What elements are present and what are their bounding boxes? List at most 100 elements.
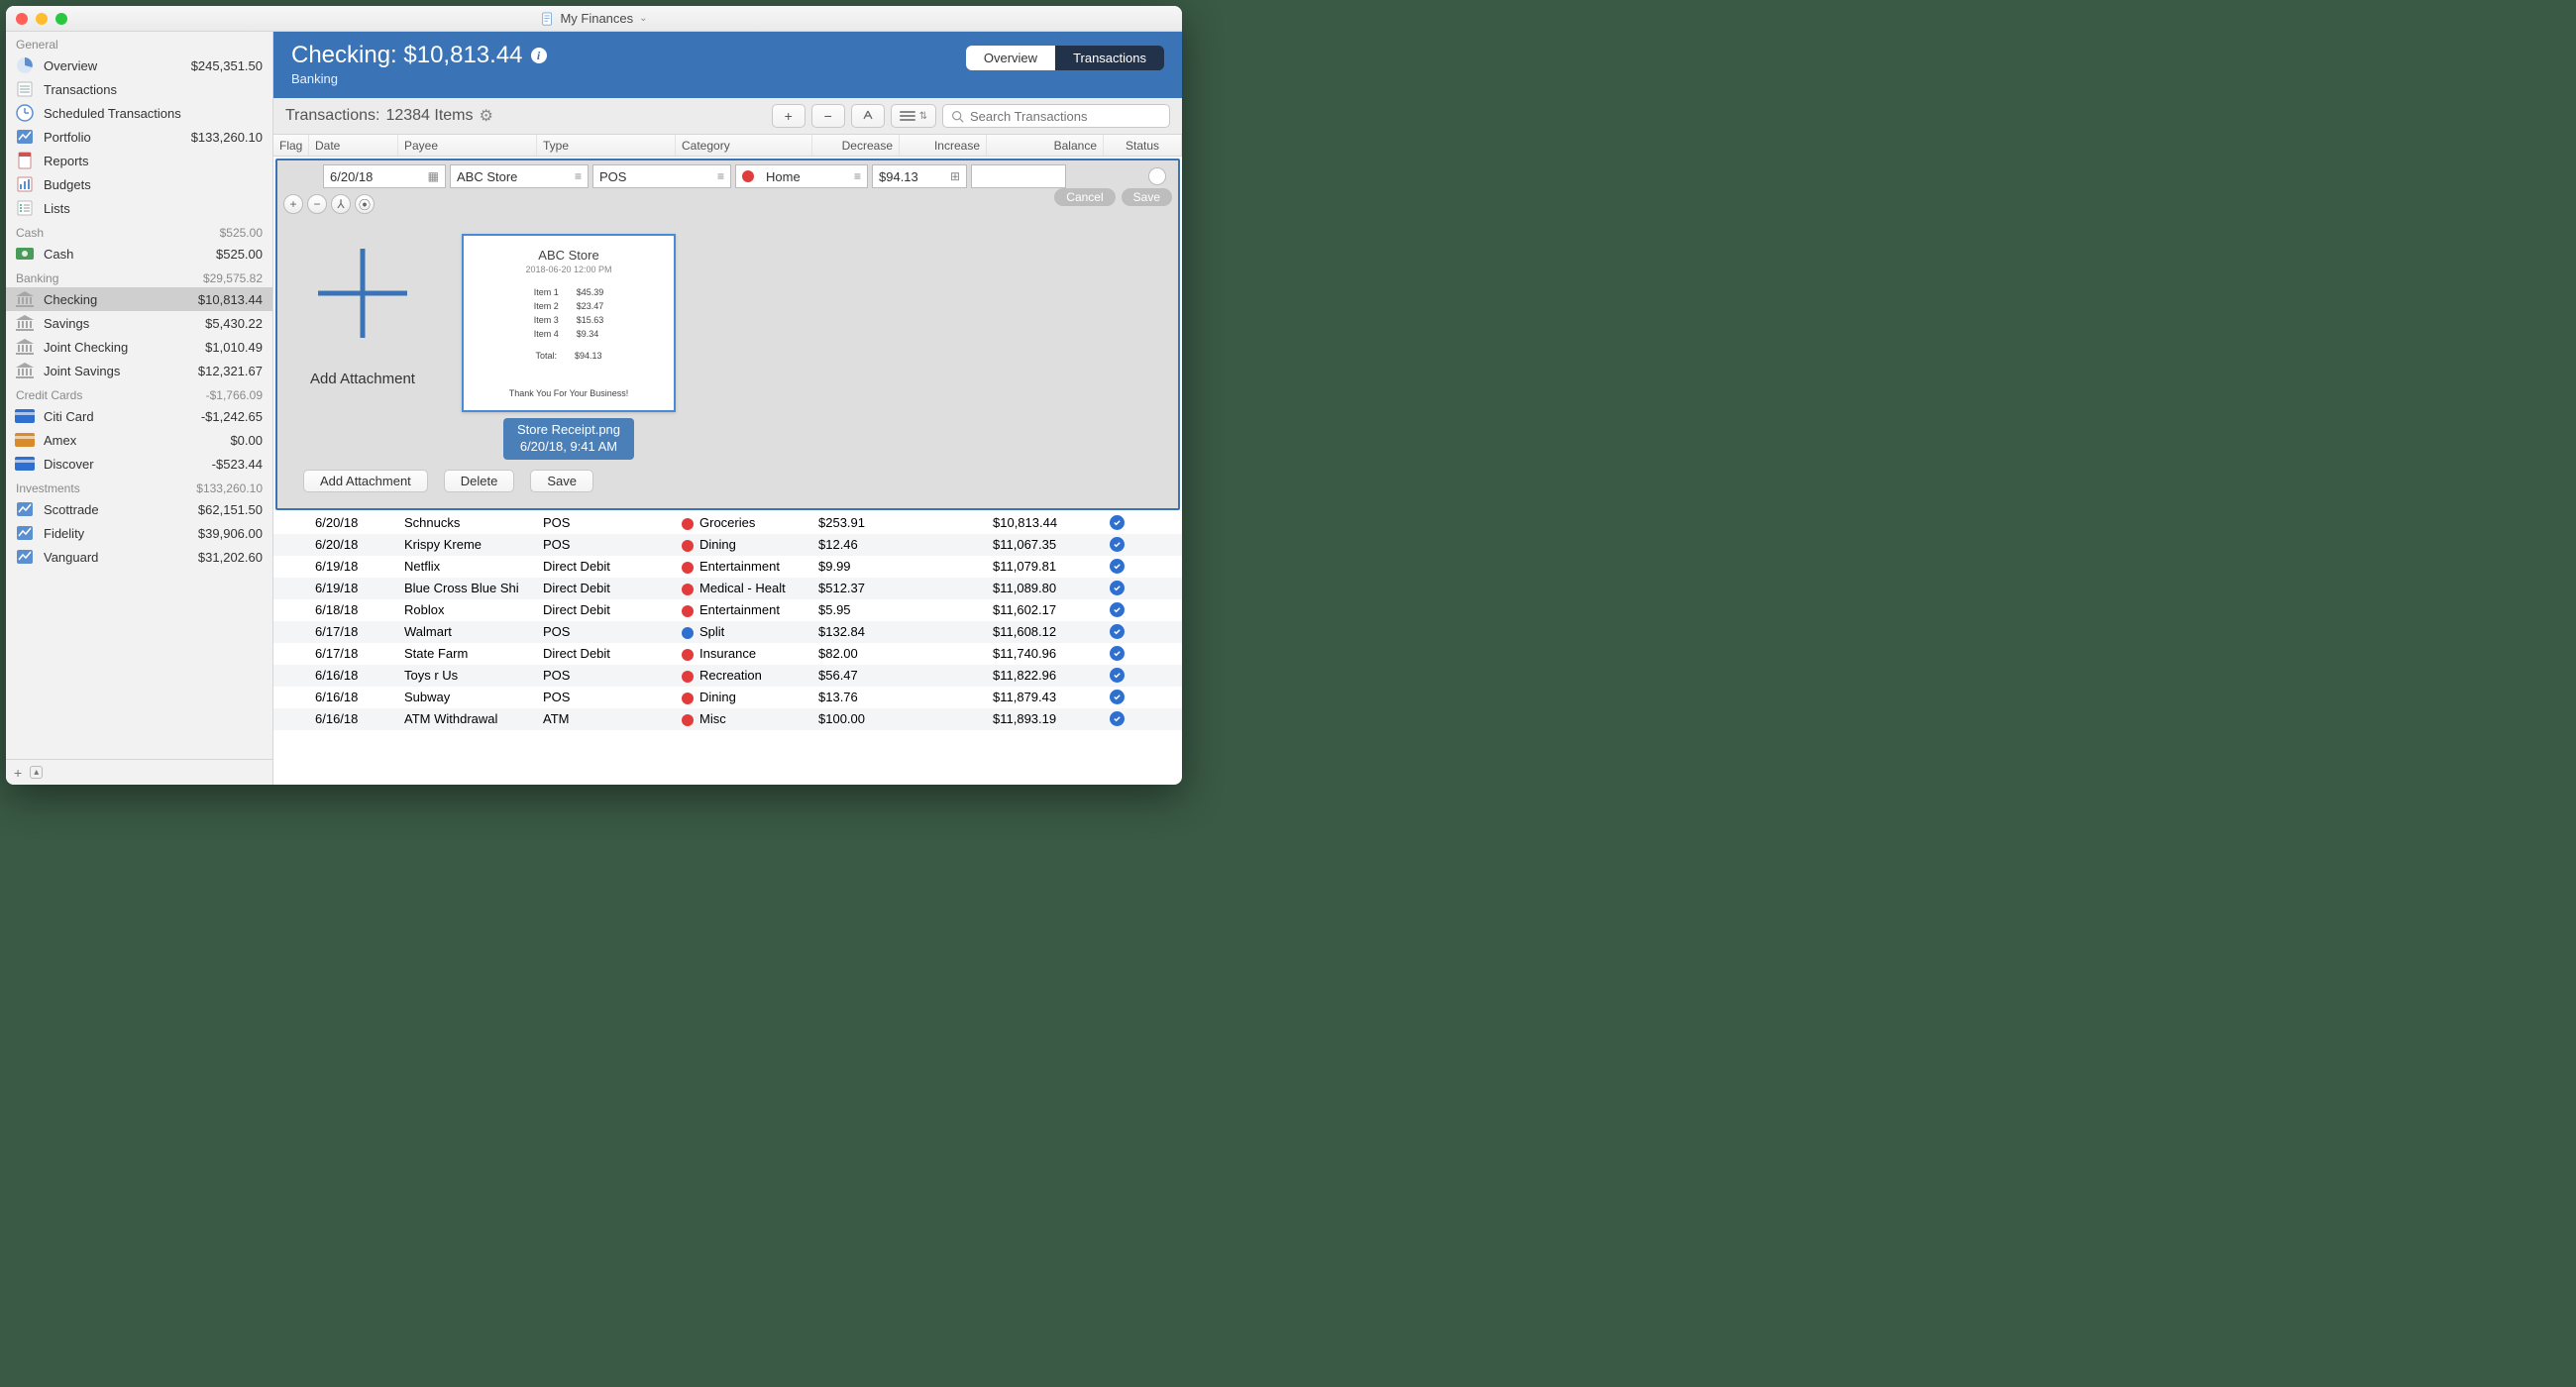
sidebar-item-vanguard[interactable]: Vanguard$31,202.60 [6,545,272,569]
col-balance[interactable]: Balance [987,135,1104,156]
col-increase[interactable]: Increase [900,135,987,156]
sidebar-item-transactions[interactable]: Transactions [6,77,272,101]
category-dot-icon [742,170,754,182]
sidebar-item-joint-checking[interactable]: Joint Checking$1,010.49 [6,335,272,359]
sidebar-section-credit-cards: Credit Cards-$1,766.09 [6,382,272,404]
col-type[interactable]: Type [537,135,676,156]
minimize-icon[interactable] [36,13,48,25]
add-transaction-button[interactable]: + [772,104,805,128]
add-attachment-dropzone[interactable]: Add Attachment [303,234,422,387]
save-button[interactable]: Save [1122,188,1172,206]
menu-icon[interactable]: ≡ [575,169,582,183]
col-decrease[interactable]: Decrease [812,135,900,156]
editor-tag-button[interactable]: ⦿ [355,194,375,214]
sidebar-item-amount: $31,202.60 [198,550,263,565]
sidebar-section-banking: Banking$29,575.82 [6,266,272,287]
report-icon [14,152,36,169]
gear-icon[interactable]: ⚙ [480,106,493,126]
sidebar-item-citi-card[interactable]: Citi Card-$1,242.65 [6,404,272,428]
transaction-row[interactable]: 6/18/18RobloxDirect DebitEntertainment$5… [273,599,1182,621]
menu-icon[interactable]: ≡ [854,169,861,183]
sidebar-item-lists[interactable]: Lists [6,196,272,220]
calculator-icon[interactable]: ⊞ [950,169,960,183]
main-panel: Checking: $10,813.44i Banking Overview T… [273,32,1182,785]
sidebar-item-joint-savings[interactable]: Joint Savings$12,321.67 [6,359,272,382]
sidebar-item-amount: $133,260.10 [191,130,263,145]
col-flag[interactable]: Flag [273,135,309,156]
edit-decrease-field[interactable]: $94.13⊞ [872,164,967,188]
editor-split-button[interactable]: ⅄ [331,194,351,214]
tab-transactions[interactable]: Transactions [1055,46,1164,70]
sidebar-item-checking[interactable]: Checking$10,813.44 [6,287,272,311]
sidebar-item-cash[interactable]: Cash$525.00 [6,242,272,266]
card-icon [14,431,36,449]
sidebar-item-portfolio[interactable]: Portfolio$133,260.10 [6,125,272,149]
chart-icon [14,548,36,566]
check-icon [1110,690,1125,704]
chart-icon [14,524,36,542]
collapse-button[interactable]: ▴ [30,766,43,779]
editor-add-button[interactable]: + [283,194,303,214]
transaction-row[interactable]: 6/16/18ATM WithdrawalATMMisc$100.00$11,8… [273,708,1182,730]
transaction-row[interactable]: 6/17/18WalmartPOSSplit$132.84$11,608.12 [273,621,1182,643]
window-title[interactable]: My Finances ⌄ [540,11,647,26]
info-icon[interactable]: i [531,48,547,63]
sidebar-item-discover[interactable]: Discover-$523.44 [6,452,272,476]
edit-payee-field[interactable]: ABC Store≡ [450,164,589,188]
tab-overview[interactable]: Overview [966,46,1055,70]
page-subtitle: Banking [291,71,1164,86]
add-attachment-button[interactable]: Add Attachment [303,470,428,492]
transaction-row[interactable]: 6/17/18State FarmDirect DebitInsurance$8… [273,643,1182,665]
transaction-row[interactable]: 6/19/18NetflixDirect DebitEntertainment$… [273,556,1182,578]
cash-icon [14,245,36,263]
sidebar-item-scheduled-transactions[interactable]: Scheduled Transactions [6,101,272,125]
sidebar-item-scottrade[interactable]: Scottrade $62,151.50 [6,497,272,521]
sidebar-item-amount: $62,151.50 [198,502,263,517]
category-dot-icon [682,627,694,639]
cancel-button[interactable]: Cancel [1054,188,1115,206]
remove-transaction-button[interactable]: − [811,104,845,128]
edit-date-field[interactable]: 6/20/18▦ [323,164,446,188]
sidebar-item-budgets[interactable]: Budgets [6,172,272,196]
editor-remove-button[interactable]: − [307,194,327,214]
calendar-icon[interactable]: ▦ [428,169,439,183]
search-input[interactable] [970,109,1161,124]
edit-type-field[interactable]: POS≡ [592,164,731,188]
save-attachment-button[interactable]: Save [530,470,593,492]
sidebar-item-amex[interactable]: Amex$0.00 [6,428,272,452]
split-button[interactable] [851,104,885,128]
chart-icon [14,128,36,146]
col-status[interactable]: Status [1104,135,1182,156]
attachment-item[interactable]: ABC Store 2018-06-20 12:00 PM Item 1$45.… [462,234,676,460]
sidebar-item-savings[interactable]: Savings$5,430.22 [6,311,272,335]
check-icon [1110,646,1125,661]
menu-icon[interactable]: ≡ [717,169,724,183]
search-field[interactable] [942,104,1170,128]
card-icon [14,407,36,425]
sidebar-item-reports[interactable]: Reports [6,149,272,172]
transaction-row[interactable]: 6/20/18SchnucksPOSGroceries$253.91$10,81… [273,512,1182,534]
sidebar-section-general: General [6,32,272,53]
close-icon[interactable] [16,13,28,25]
sidebar-footer: + ▴ [6,759,272,785]
edit-status-toggle[interactable] [1148,167,1166,185]
transaction-row[interactable]: 6/16/18SubwayPOSDining$13.76$11,879.43 [273,687,1182,708]
edit-increase-field[interactable] [971,164,1066,188]
col-payee[interactable]: Payee [398,135,537,156]
col-category[interactable]: Category [676,135,812,156]
list-style-button[interactable]: ⇅ [891,104,936,128]
chart-icon [14,500,36,518]
sidebar-item-label: Reports [44,154,255,168]
sidebar-item-fidelity[interactable]: Fidelity$39,906.00 [6,521,272,545]
sidebar-item-label: Scottrade [44,502,190,517]
transaction-row[interactable]: 6/20/18Krispy KremePOSDining$12.46$11,06… [273,534,1182,556]
add-account-button[interactable]: + [14,765,22,781]
zoom-icon[interactable] [55,13,67,25]
transaction-row[interactable]: 6/16/18Toys r UsPOSRecreation$56.47$11,8… [273,665,1182,687]
sidebar-item-overview[interactable]: Overview$245,351.50 [6,53,272,77]
category-dot-icon [682,649,694,661]
delete-attachment-button[interactable]: Delete [444,470,515,492]
edit-category-field[interactable]: Home≡ [735,164,868,188]
transaction-row[interactable]: 6/19/18Blue Cross Blue ShiDirect DebitMe… [273,578,1182,599]
col-date[interactable]: Date [309,135,398,156]
